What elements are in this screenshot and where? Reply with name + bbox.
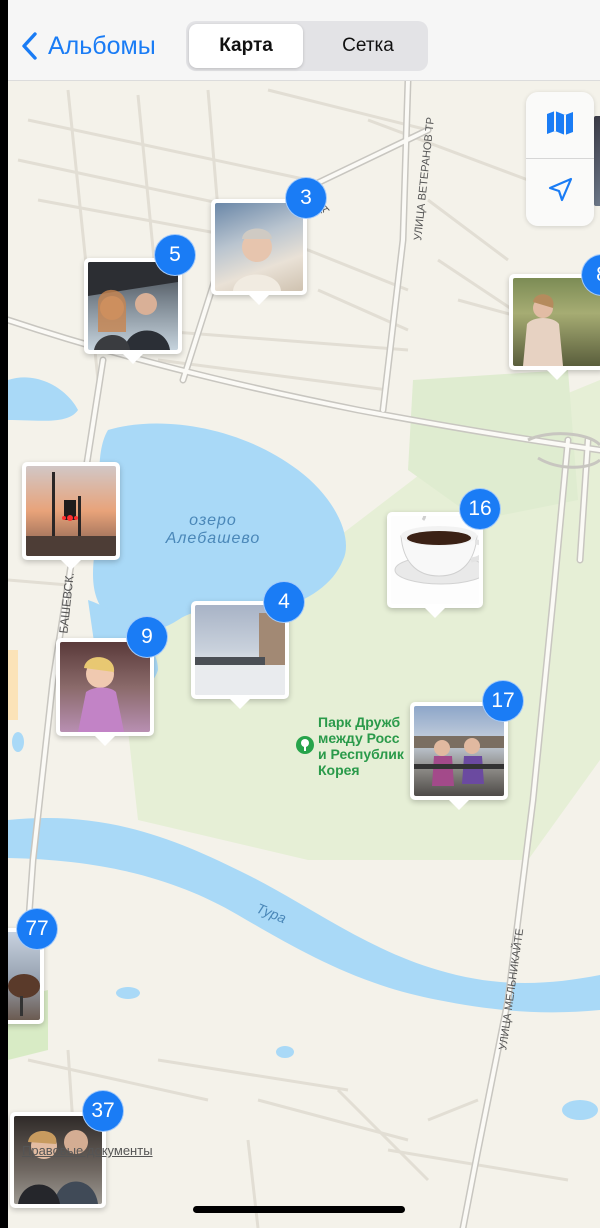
- coffee-steam: [421, 516, 427, 521]
- photo-pin[interactable]: 9: [56, 616, 168, 750]
- photo-count-badge: 17: [482, 680, 524, 722]
- maps-screen: озеро Алебашево Тура УЛИЦА ВЕТЕРАНОВ ТР …: [8, 0, 600, 1228]
- navigation-bar: Альбомы Карта Сетка: [8, 0, 600, 81]
- lake-label-line1: озеро: [189, 512, 237, 529]
- location-arrow-icon: [546, 176, 574, 209]
- segment-map[interactable]: Карта: [189, 24, 303, 68]
- lake-label: озеро Алебашево: [158, 512, 268, 548]
- tree-icon: [296, 736, 314, 754]
- park-label-line4: Корея: [318, 762, 360, 778]
- photo-thumbnail: [391, 516, 479, 604]
- photo-pin[interactable]: 8: [509, 254, 600, 386]
- photo-pin[interactable]: 17: [410, 680, 524, 814]
- offscreen-photo-edge[interactable]: [594, 116, 600, 206]
- photo-count-badge: 4: [263, 581, 305, 623]
- photo-count-badge: 16: [459, 488, 501, 530]
- map-mode-button[interactable]: [526, 92, 594, 158]
- photo-count-badge: 37: [82, 1090, 124, 1132]
- photo-thumbnail: [513, 278, 600, 366]
- legal-documents-link[interactable]: Правовые документы: [22, 1143, 153, 1158]
- park-label-line3: и Республик: [318, 746, 404, 762]
- pond-3: [562, 1100, 598, 1120]
- chevron-left-icon: [22, 32, 37, 60]
- park-label: Парк Дружб между Росс и Республик Корея: [318, 714, 404, 778]
- park-label-line2: между Росс: [318, 730, 400, 746]
- pond-2: [116, 987, 140, 999]
- view-segmented-control: Карта Сетка: [186, 21, 428, 71]
- pond: [276, 1046, 294, 1058]
- photo-thumbnail: [26, 466, 116, 556]
- park-poi[interactable]: Парк Дружб между Росс и Республик Корея: [296, 714, 404, 778]
- photo-thumbnail: [414, 706, 504, 796]
- photo-count-badge: 9: [126, 616, 168, 658]
- lake-label-line2: Алебашево: [165, 530, 261, 547]
- photo-pin[interactable]: 5: [84, 234, 196, 368]
- sand-area: [8, 650, 18, 720]
- photo-count-badge: 77: [16, 908, 58, 950]
- map-controls: [526, 92, 594, 226]
- photo-pin[interactable]: 37: [10, 1090, 124, 1224]
- photo-count-badge: 5: [154, 234, 196, 276]
- photo-thumbnail: [14, 1116, 102, 1204]
- pond-4: [12, 732, 24, 752]
- photo-pin[interactable]: [22, 462, 120, 574]
- back-label: Альбомы: [48, 31, 156, 60]
- photo-thumbnail: [88, 262, 178, 350]
- photo-pin[interactable]: 4: [191, 581, 305, 713]
- segment-grid[interactable]: Сетка: [311, 24, 425, 68]
- back-button[interactable]: Альбомы: [20, 26, 156, 66]
- photo-count-badge: 3: [285, 177, 327, 219]
- park-label-line1: Парк Дружб: [318, 714, 401, 730]
- photo-pin[interactable]: 77: [8, 908, 58, 1040]
- photo-pin[interactable]: 16: [387, 488, 501, 624]
- current-location-button[interactable]: [526, 159, 594, 225]
- map-icon: [545, 109, 575, 142]
- home-indicator[interactable]: [193, 1206, 405, 1213]
- photo-thumbnail: [215, 203, 303, 291]
- photo-pin[interactable]: 3: [211, 177, 327, 311]
